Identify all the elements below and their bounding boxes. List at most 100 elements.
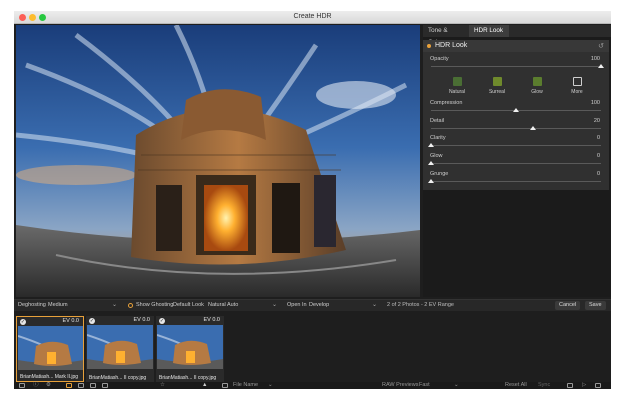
status-bar: ⓘ ⚙ ☆ ▲ File Name ⌄ RAW Previews Fast ⌄ … [14, 382, 611, 389]
preset-label: More [571, 89, 583, 95]
sort-field[interactable]: File Name [233, 382, 258, 389]
photo-thumbnail-image [18, 326, 83, 370]
gear-icon[interactable]: ⚙ [46, 382, 51, 389]
play-icon[interactable]: ▷ [582, 382, 586, 389]
grunge-value[interactable]: 0 [597, 171, 600, 177]
preset-label: Glow [531, 89, 543, 95]
tab-hdr-look[interactable]: HDR Look [469, 25, 509, 37]
section-header[interactable]: HDR Look ↺ [423, 40, 609, 52]
section-enabled-icon[interactable] [427, 44, 431, 48]
export-icon[interactable] [567, 383, 573, 388]
hdr-look-section: HDR Look ↺ Opacity 100 Natural Surreal G… [423, 40, 609, 190]
glow-slider[interactable] [431, 163, 601, 164]
clarity-value[interactable]: 0 [597, 135, 600, 141]
grid-view-icon[interactable] [66, 383, 72, 388]
ev-value: EV 0.0 [203, 317, 220, 323]
checkmark-icon[interactable]: ✓ [89, 318, 95, 324]
file-name: BrianMatiash... Mark II.jpg [20, 374, 79, 380]
look-label: Default Look [173, 302, 204, 308]
preset-label: Natural [448, 89, 466, 95]
raw-previews-label: RAW Previews [382, 382, 419, 388]
more-presets-icon [572, 77, 582, 86]
clarity-slider[interactable] [431, 145, 601, 146]
opacity-slider[interactable] [431, 66, 601, 67]
chevron-down-icon[interactable]: ⌄ [372, 301, 377, 308]
photo-thumbnail-image [87, 325, 153, 369]
cancel-button[interactable]: Cancel [555, 301, 581, 310]
show-ghosting-label[interactable]: Show Ghosting [136, 302, 173, 308]
detail-slider[interactable] [431, 128, 601, 129]
glow-preset-icon [532, 77, 542, 86]
detail-view-icon[interactable] [90, 383, 96, 388]
compression-slider-thumb[interactable] [513, 108, 519, 112]
window-title: Create HDR [293, 13, 332, 20]
preset-more[interactable]: More [563, 77, 591, 95]
photo-count: 2 of 2 Photos - 2 EV Range [387, 302, 454, 308]
adjustments-panel: Tone & Color HDR Look HDR Look ↺ Opacity… [423, 25, 611, 297]
filmstrip-thumbnail[interactable]: ✓ EV 0.0 BrianMatiash... II copy.jpg [86, 316, 154, 382]
ev-value: EV 0.0 [62, 318, 79, 324]
hdr-preview-image [16, 25, 420, 297]
natural-preset-icon [452, 77, 462, 86]
detail-value[interactable]: 20 [594, 118, 600, 124]
preset-glow[interactable]: Glow [523, 77, 551, 95]
compression-label: Compression [430, 100, 463, 106]
sync-button[interactable]: Sync [538, 382, 550, 389]
preset-label: Surreal [488, 89, 506, 95]
clarity-slider-thumb[interactable] [428, 143, 434, 147]
opacity-value[interactable]: 100 [591, 56, 600, 62]
filmstrip: ✓ EV 0.0 BrianMatiash... Mark II.jpg ✓ EV 0.… [14, 312, 611, 382]
info-icon[interactable]: ⓘ [33, 382, 39, 389]
detail-label: Detail [430, 118, 445, 124]
save-button[interactable]: Save [585, 301, 606, 310]
section-title: HDR Look [435, 42, 468, 49]
chevron-down-icon[interactable]: ⌄ [112, 301, 117, 308]
open-in-select[interactable]: Develop [309, 302, 329, 308]
glow-slider-thumb[interactable] [428, 161, 434, 165]
filmstrip-thumbnail[interactable]: ✓ EV 0.0 BrianMatiash... Mark II.jpg [16, 316, 84, 382]
file-name: BrianMatiash... II copy.jpg [159, 375, 217, 381]
preset-natural[interactable]: Natural [443, 77, 471, 95]
preset-surreal[interactable]: Surreal [483, 77, 511, 95]
chevron-down-icon[interactable]: ⌄ [454, 382, 459, 389]
deghosting-select[interactable]: Medium [48, 302, 68, 308]
chevron-down-icon[interactable]: ⌄ [268, 382, 273, 389]
glow-value[interactable]: 0 [597, 153, 600, 159]
open-in-label: Open In [287, 302, 307, 308]
chevron-down-icon[interactable]: ⌄ [272, 301, 277, 308]
grunge-slider-thumb[interactable] [428, 179, 434, 183]
filmstrip-thumbnail[interactable]: ✓ EV 0.0 BrianMatiash... II copy.jpg [156, 316, 224, 382]
look-select[interactable]: Natural Auto [208, 302, 238, 308]
opacity-label: Opacity [430, 56, 449, 62]
glow-label: Glow [430, 153, 443, 159]
file-name: BrianMatiash... II copy.jpg [89, 375, 147, 381]
title-bar: Create HDR [14, 11, 611, 24]
grunge-slider[interactable] [431, 181, 601, 182]
surreal-preset-icon [492, 77, 502, 86]
star-icon[interactable]: ☆ [160, 382, 165, 389]
sidebar-toggle-icon[interactable] [19, 383, 25, 388]
detail-slider-thumb[interactable] [530, 126, 536, 130]
app-window: Create HDR Tone & HDR Look HDR Look ↺ Op… [14, 11, 611, 389]
photo-thumbnail-image [157, 325, 223, 369]
hdr-toolbar: Deghosting Medium ⌄ Show Ghosting Defaul… [14, 299, 611, 311]
reset-all-button[interactable]: Reset All [505, 382, 527, 389]
ev-value: EV 0.0 [133, 317, 150, 323]
clarity-label: Clarity [430, 135, 446, 141]
panel-tabs: Tone & Color HDR Look [423, 25, 611, 46]
sort-direction-icon[interactable]: ▲ [202, 382, 207, 389]
show-ghosting-radio[interactable] [128, 303, 133, 308]
tab-tone-color[interactable]: Tone & Color [423, 25, 469, 46]
reset-icon[interactable]: ↺ [598, 42, 604, 50]
checkmark-icon[interactable]: ✓ [159, 318, 165, 324]
panel-toggle-icon[interactable] [595, 383, 601, 388]
grunge-label: Grunge [430, 171, 449, 177]
checkmark-icon[interactable]: ✓ [20, 319, 26, 325]
compare-view-icon[interactable] [102, 383, 108, 388]
opacity-slider-thumb[interactable] [598, 64, 604, 68]
deghosting-label: Deghosting [18, 302, 46, 308]
compression-value[interactable]: 100 [591, 100, 600, 106]
sort-checkbox[interactable] [222, 383, 228, 388]
raw-previews-select[interactable]: Fast [419, 382, 430, 389]
filmstrip-view-icon[interactable] [78, 383, 84, 388]
